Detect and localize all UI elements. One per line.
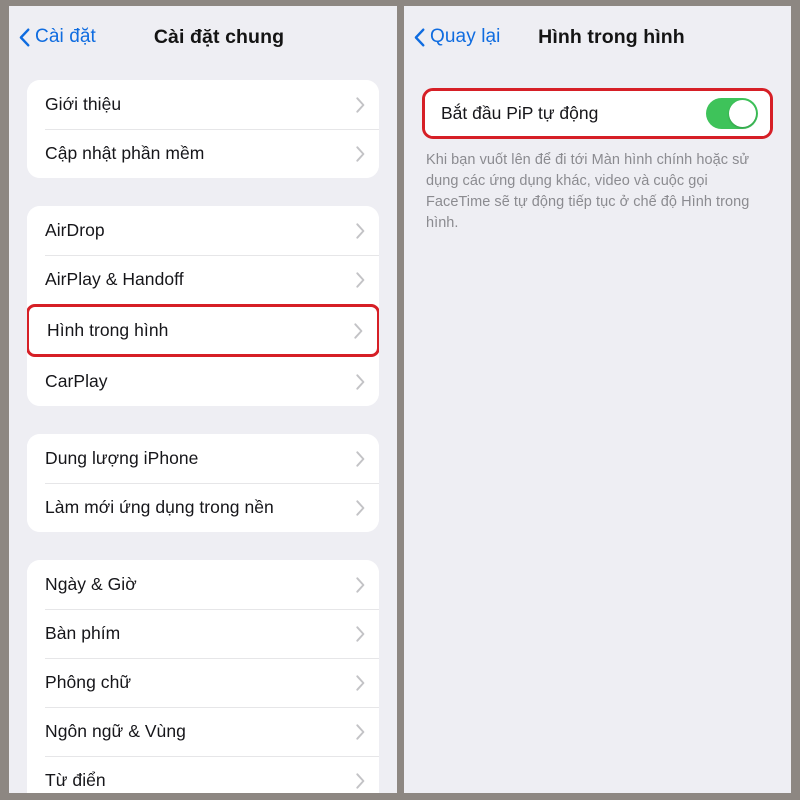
- chevron-right-icon: [356, 222, 365, 239]
- list-item-carplay[interactable]: CarPlay: [27, 357, 379, 406]
- list-item-ngay-gio[interactable]: Ngày & Giờ: [27, 560, 379, 609]
- chevron-left-icon: [19, 28, 30, 47]
- right-navigation-bar: Quay lại Hình trong hình: [404, 6, 791, 68]
- settings-group-connectivity: AirDrop AirPlay & Handoff Hình trong hìn…: [27, 206, 379, 406]
- setting-row-auto-pip[interactable]: Bắt đầu PiP tự động: [425, 91, 770, 136]
- left-phone-screen: Cài đặt Cài đặt chung Giới thiệu Cập nhậ…: [0, 0, 400, 800]
- chevron-right-icon: [356, 576, 365, 593]
- list-item-airdrop[interactable]: AirDrop: [27, 206, 379, 255]
- list-item-label: Từ điển: [45, 769, 106, 790]
- list-item-phong-chu[interactable]: Phông chữ: [27, 658, 379, 707]
- list-item-label: AirPlay & Handoff: [45, 268, 184, 289]
- list-item-label: Làm mới ứng dụng trong nền: [45, 496, 274, 517]
- chevron-right-icon: [356, 96, 365, 113]
- list-item-tu-dien[interactable]: Từ điển: [27, 756, 379, 793]
- chevron-right-icon: [356, 373, 365, 390]
- chevron-right-icon: [356, 723, 365, 740]
- chevron-right-icon: [356, 772, 365, 789]
- list-item-label: Ngày & Giờ: [45, 573, 137, 594]
- dual-screenshot-container: Cài đặt Cài đặt chung Giới thiệu Cập nhậ…: [0, 0, 800, 800]
- chevron-right-icon: [356, 625, 365, 642]
- chevron-right-icon: [356, 499, 365, 516]
- settings-group-localization: Ngày & Giờ Bàn phím Phông chữ Ngôn ngữ &…: [27, 560, 379, 793]
- list-item-airplay-handoff[interactable]: AirPlay & Handoff: [27, 255, 379, 304]
- list-item-cap-nhat-phan-mem[interactable]: Cập nhật phần mềm: [27, 129, 379, 178]
- list-item-label: Phông chữ: [45, 671, 132, 692]
- chevron-left-icon: [414, 28, 425, 47]
- back-button-quay-lai[interactable]: Quay lại: [414, 26, 501, 48]
- list-item-label: Giới thiệu: [45, 93, 122, 114]
- list-item-label: AirDrop: [45, 219, 105, 240]
- settings-group-general-info: Giới thiệu Cập nhật phần mềm: [27, 80, 379, 178]
- back-button-label: Quay lại: [430, 26, 501, 47]
- list-item-label: Cập nhật phần mềm: [45, 142, 205, 163]
- list-item-ngon-ngu-vung[interactable]: Ngôn ngữ & Vùng: [27, 707, 379, 756]
- list-item-ban-phim[interactable]: Bàn phím: [27, 609, 379, 658]
- auto-pip-label: Bắt đầu PiP tự động: [441, 103, 599, 123]
- list-item-lam-moi-ung-dung-trong-nen[interactable]: Làm mới ứng dụng trong nền: [27, 483, 379, 532]
- chevron-right-icon: [356, 145, 365, 162]
- auto-pip-highlight-box: Bắt đầu PiP tự động: [422, 88, 773, 139]
- auto-pip-toggle-switch[interactable]: [706, 98, 758, 129]
- chevron-right-icon: [354, 322, 363, 339]
- list-item-label: Bàn phím: [45, 622, 121, 643]
- list-item-label: Hình trong hình: [47, 319, 169, 340]
- right-phone-screen: Quay lại Hình trong hình Bắt đầu PiP tự …: [400, 0, 800, 800]
- back-button-label: Cài đặt: [35, 26, 96, 47]
- list-item-label: Ngôn ngữ & Vùng: [45, 720, 186, 741]
- chevron-right-icon: [356, 450, 365, 467]
- chevron-right-icon: [356, 271, 365, 288]
- screenshot-divider: [397, 0, 403, 800]
- left-navigation-bar: Cài đặt Cài đặt chung: [9, 6, 397, 68]
- list-item-label: Dung lượng iPhone: [45, 447, 199, 468]
- chevron-right-icon: [356, 674, 365, 691]
- auto-pip-description: Khi bạn vuốt lên để đi tới Màn hình chín…: [426, 152, 750, 231]
- list-item-label: CarPlay: [45, 370, 108, 391]
- right-screen-content: Quay lại Hình trong hình Bắt đầu PiP tự …: [404, 6, 791, 793]
- back-button-settings[interactable]: Cài đặt: [19, 26, 96, 48]
- list-item-dung-luong-iphone[interactable]: Dung lượng iPhone: [27, 434, 379, 483]
- list-item-hinh-trong-hinh[interactable]: Hình trong hình: [27, 304, 379, 357]
- settings-group-storage: Dung lượng iPhone Làm mới ứng dụng trong…: [27, 434, 379, 532]
- toggle-knob: [729, 100, 756, 127]
- list-item-gioi-thieu[interactable]: Giới thiệu: [27, 80, 379, 129]
- left-screen-content: Cài đặt Cài đặt chung Giới thiệu Cập nhậ…: [9, 6, 397, 793]
